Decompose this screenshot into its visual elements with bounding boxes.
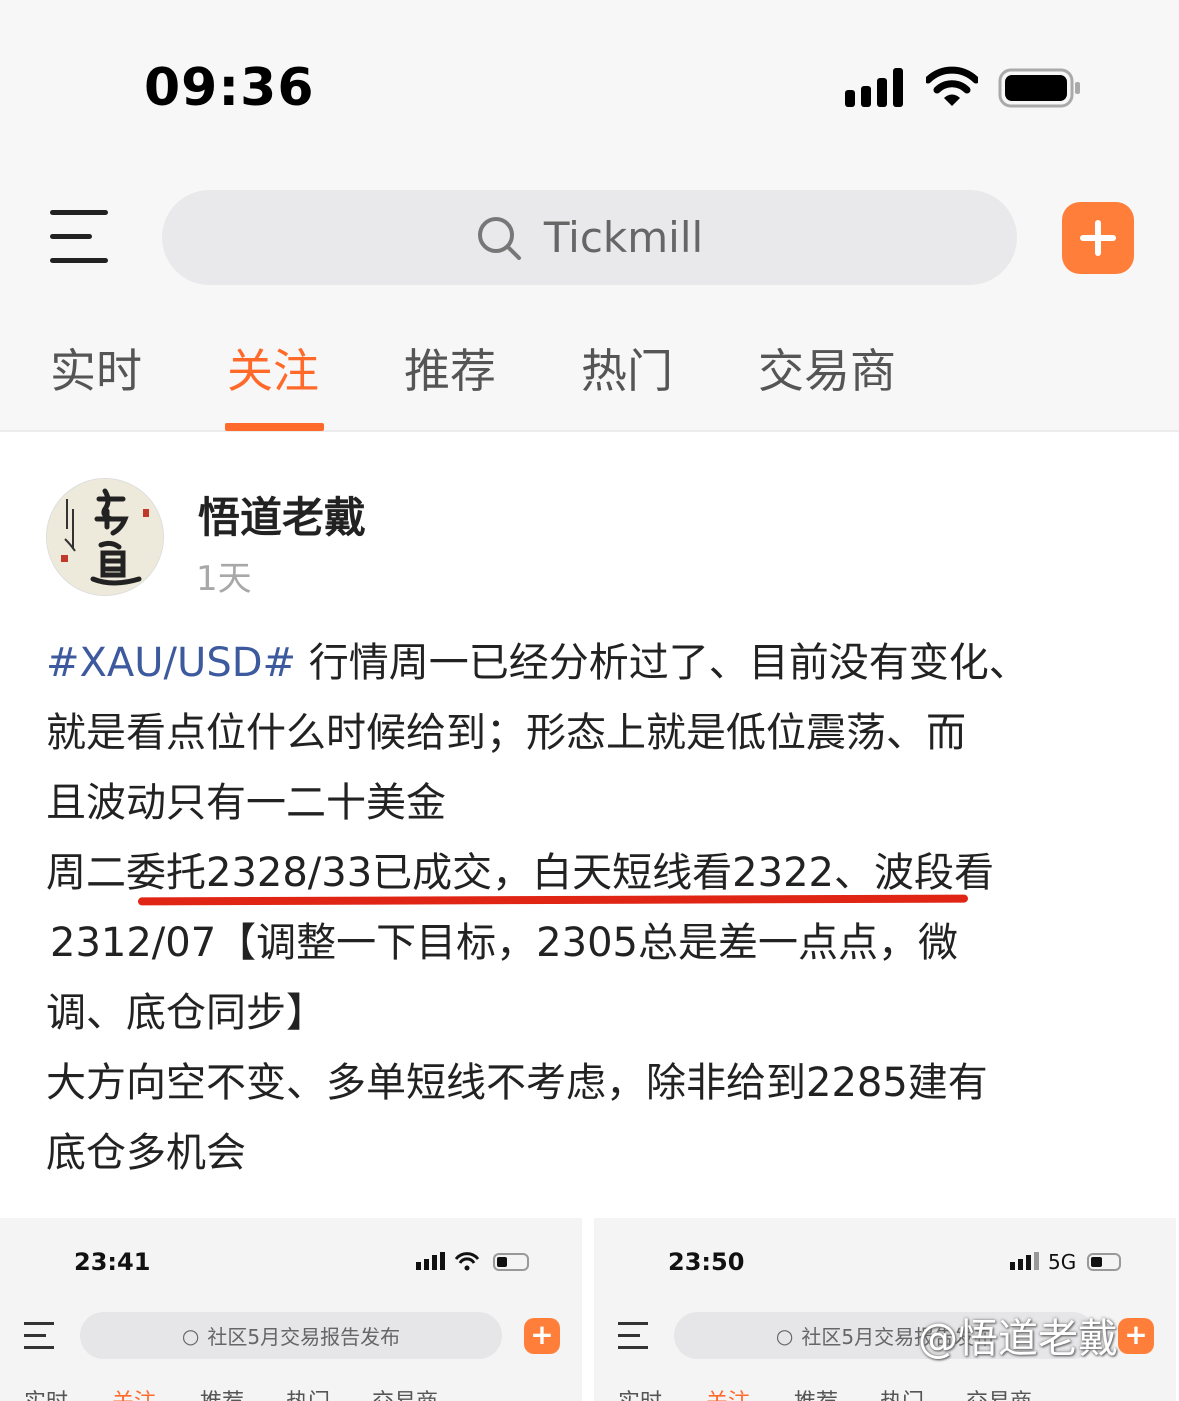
thumb-add-icon: +: [524, 1318, 560, 1354]
watermark: @悟道老戴: [918, 1316, 1118, 1362]
avatar[interactable]: [46, 478, 164, 596]
thumb-menu-icon: [24, 1322, 56, 1350]
thumb-tab: 推荐: [794, 1384, 838, 1401]
thumb-add-icon: +: [1118, 1318, 1154, 1354]
post-line-7: 大方向空不变、多单短线不考虑，除非给到2285建有: [46, 1060, 988, 1106]
thumb-signal-icon: [1010, 1252, 1039, 1270]
wifi-icon: [926, 66, 978, 106]
thumb-tab: 关注: [112, 1384, 156, 1401]
tab-hot[interactable]: 热门: [581, 335, 673, 401]
thumb-tab: 交易商: [966, 1384, 1032, 1401]
search-placeholder: Tickmill: [543, 213, 704, 262]
thumb-search-text: 社区5月交易报告发布: [207, 1325, 401, 1349]
post-line-8: 底仓多机会: [46, 1130, 246, 1176]
post-line-3: 且波动只有一二十美金: [46, 780, 446, 826]
thumb-search-icon: ○: [775, 1323, 794, 1348]
cellular-signal-icon: [845, 68, 903, 107]
thumb-search-bar: ○ 社区5月交易报告发布: [80, 1312, 502, 1359]
post-image-1[interactable]: 23:41 ○ 社区5月交易报告发布 + 实时 关注 推荐 热门 交易商: [0, 1218, 582, 1401]
thumb-status-icons: [416, 1252, 529, 1271]
search-icon: [477, 216, 521, 260]
thumb-tab: 热门: [286, 1384, 330, 1401]
thumb-status-time: 23:41: [74, 1248, 151, 1276]
post-line-5: 2312/07【调整一下目标，2305总是差一点点，微: [50, 920, 958, 966]
tab-recommended[interactable]: 推荐: [404, 335, 496, 401]
thumb-tab: 实时: [24, 1384, 68, 1401]
post-line-1: #XAU/USD# 行情周一已经分析过了、目前没有变化、: [46, 628, 1029, 698]
thumb-battery-icon: [1087, 1253, 1121, 1271]
thumb-tab: 实时: [618, 1384, 662, 1401]
thumb-tab: 推荐: [200, 1384, 244, 1401]
author-name[interactable]: 悟道老戴: [198, 484, 366, 545]
thumb-search-icon: ○: [181, 1323, 200, 1348]
status-time: 09:36: [144, 58, 315, 118]
thumb-tab: 交易商: [372, 1384, 438, 1401]
post-line-6: 调、底仓同步】: [46, 990, 326, 1036]
post-text: 行情周一已经分析过了、目前没有变化、: [296, 640, 1029, 686]
status-bar: 09:36: [0, 0, 1179, 170]
thumb-tab: 热门: [880, 1384, 924, 1401]
menu-icon[interactable]: [50, 210, 112, 266]
calligraphy-avatar-image: [47, 479, 163, 595]
thumb-menu-icon: [618, 1322, 650, 1350]
tab-brokers[interactable]: 交易商: [758, 335, 896, 401]
active-tab-indicator: [225, 423, 324, 431]
tab-bar: 实时 关注 推荐 热门 交易商: [0, 335, 1179, 432]
tab-following[interactable]: 关注: [227, 335, 319, 401]
post-line-2: 就是看点位什么时候给到；形态上就是低位震荡、而: [46, 710, 966, 756]
add-post-button[interactable]: [1062, 202, 1134, 274]
post-timestamp: 1天: [196, 559, 252, 599]
thumb-network: 5G: [1048, 1250, 1077, 1274]
thumb-tab: 关注: [706, 1384, 750, 1401]
tab-realtime[interactable]: 实时: [50, 335, 142, 401]
thumb-status-time: 23:50: [668, 1248, 745, 1276]
app-header: Tickmill 实时 关注 推荐 热门 交易商: [0, 170, 1179, 432]
battery-icon: [998, 68, 1080, 108]
hashtag-link[interactable]: #XAU/USD#: [46, 640, 296, 686]
search-bar[interactable]: Tickmill: [162, 190, 1017, 285]
